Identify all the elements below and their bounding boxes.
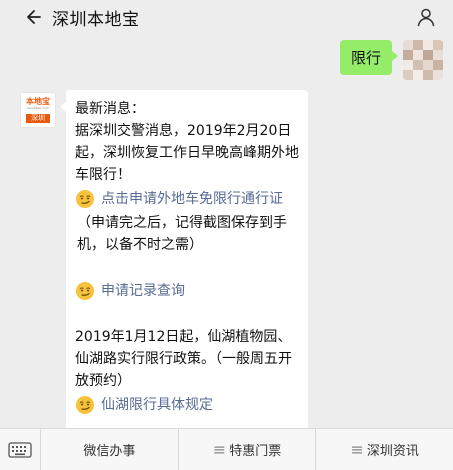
incoming-bubble: 最新消息： 据深圳交警消息，2019年2月20日起，深圳恢复工作日早晚高峰期外地… [60, 90, 308, 429]
message-note: （申请完之后，记得截图保存到手机，以备不时之需） [77, 215, 287, 253]
query-record-link[interactable]: 申请记录查询 [101, 280, 185, 302]
logo-text: 本地宝 [26, 97, 50, 106]
smirk-emoji-icon [76, 282, 94, 300]
submenu-icon: ≡ [350, 440, 363, 459]
outgoing-bubble[interactable]: 限行 [339, 40, 399, 75]
back-arrow-icon[interactable] [22, 6, 44, 28]
user-avatar[interactable] [403, 40, 443, 80]
chat-window: 深圳本地宝 限行 本地宝 bendibao.com 深圳 最新消息： 据深圳交警… [0, 0, 453, 470]
menu-item-label: 特惠门票 [229, 444, 282, 459]
menu-item-label: 深圳资讯 [366, 444, 419, 459]
menu-item-tickets[interactable]: ≡ 特惠门票 [179, 429, 317, 470]
link-row: 申请记录查询 [75, 278, 300, 304]
smirk-emoji-icon [76, 396, 94, 414]
xianhu-rules-link[interactable]: 仙湖限行具体规定 [101, 394, 213, 416]
menu-item-label: 微信办事 [83, 444, 136, 459]
logo-url: bendibao.com [27, 106, 49, 110]
submenu-icon: ≡ [212, 440, 226, 459]
chat-area: 限行 本地宝 bendibao.com 深圳 最新消息： 据深圳交警消息，201… [0, 34, 453, 429]
bottom-menu: 微信办事 ≡ 特惠门票 ≡ 深圳资讯 [0, 428, 453, 470]
link-row: 仙湖限行具体规定 [75, 392, 300, 418]
logo-city: 深圳 [26, 114, 50, 123]
message-heading: 最新消息： [75, 101, 145, 117]
bot-avatar[interactable]: 本地宝 bendibao.com 深圳 [20, 92, 56, 128]
message-paragraph: 2019年1月12日起，仙湖植物园、仙湖路实行限行政策。（一般周五开放预约） [75, 329, 292, 389]
profile-icon[interactable] [415, 6, 437, 28]
chat-title: 深圳本地宝 [52, 9, 140, 30]
menu-item-services[interactable]: 微信办事 [41, 429, 179, 470]
keyboard-toggle-icon[interactable] [0, 429, 41, 470]
smirk-emoji-icon [76, 190, 94, 208]
outgoing-message: 限行 [339, 40, 443, 80]
message-paragraph: 据深圳交警消息，2019年2月20日起，深圳恢复工作日早晚高峰期外地车限行！ [75, 123, 299, 183]
apply-permit-link[interactable]: 点击申请外地车免限行通行证 [101, 188, 283, 210]
header: 深圳本地宝 [0, 0, 453, 34]
link-row: 点击申请外地车免限行通行证 [75, 186, 300, 212]
menu-item-news[interactable]: ≡ 深圳资讯 [316, 429, 453, 470]
